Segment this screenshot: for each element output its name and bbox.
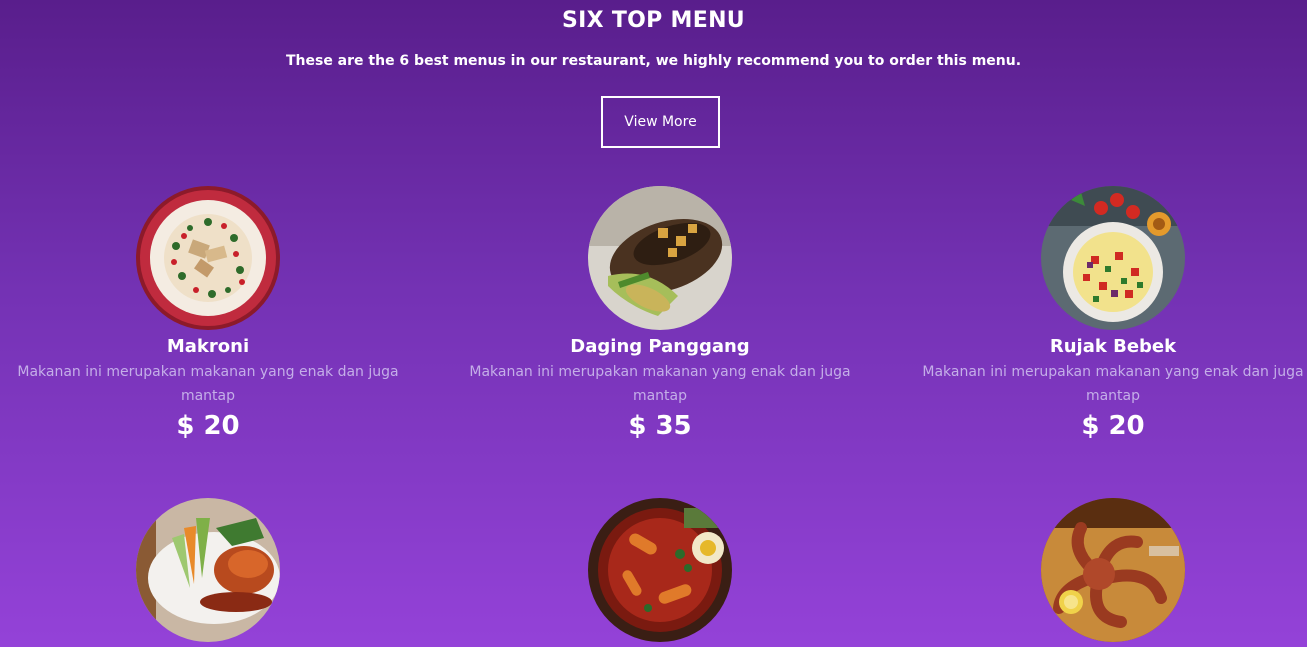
menu-item-makroni[interactable]: Makroni Makanan ini merupakan makanan ya… [12, 186, 404, 444]
grilled-octopus-image[interactable] [1041, 498, 1185, 642]
menu-item-name: Rujak Bebek [1049, 336, 1177, 357]
makroni-image[interactable] [136, 186, 280, 330]
section-subtitle: These are the 6 best menus in our restau… [285, 53, 1022, 69]
menu-item-4[interactable] [12, 498, 404, 642]
menu-item-description: Makanan ini merupakan makanan yang enak … [469, 364, 851, 404]
menu-item-rujak-bebek[interactable]: Rujak Bebek Makanan ini merupakan makana… [917, 186, 1307, 444]
view-more-button[interactable]: View More [601, 96, 720, 148]
rujak-bebek-image[interactable] [1041, 186, 1185, 330]
menu-item-description: Makanan ini merupakan makanan yang enak … [922, 364, 1304, 404]
section-title: SIX TOP MENU [562, 8, 745, 33]
spicy-stew-image[interactable] [588, 498, 732, 642]
menu-item-price: $ 20 [176, 411, 240, 441]
menu-item-daging-panggang[interactable]: Daging Panggang Makanan ini merupakan ma… [464, 186, 856, 444]
menu-item-name: Makroni [166, 336, 250, 357]
menu-item-description: Makanan ini merupakan makanan yang enak … [17, 364, 399, 404]
daging-panggang-image[interactable] [588, 186, 732, 330]
menu-item-6[interactable] [917, 498, 1307, 642]
menu-item-price: $ 20 [1081, 411, 1145, 441]
menu-item-price: $ 35 [628, 411, 692, 441]
menu-item-5[interactable] [464, 498, 856, 642]
menu-item-name: Daging Panggang [570, 336, 750, 357]
fried-chicken-salad-image[interactable] [136, 498, 280, 642]
